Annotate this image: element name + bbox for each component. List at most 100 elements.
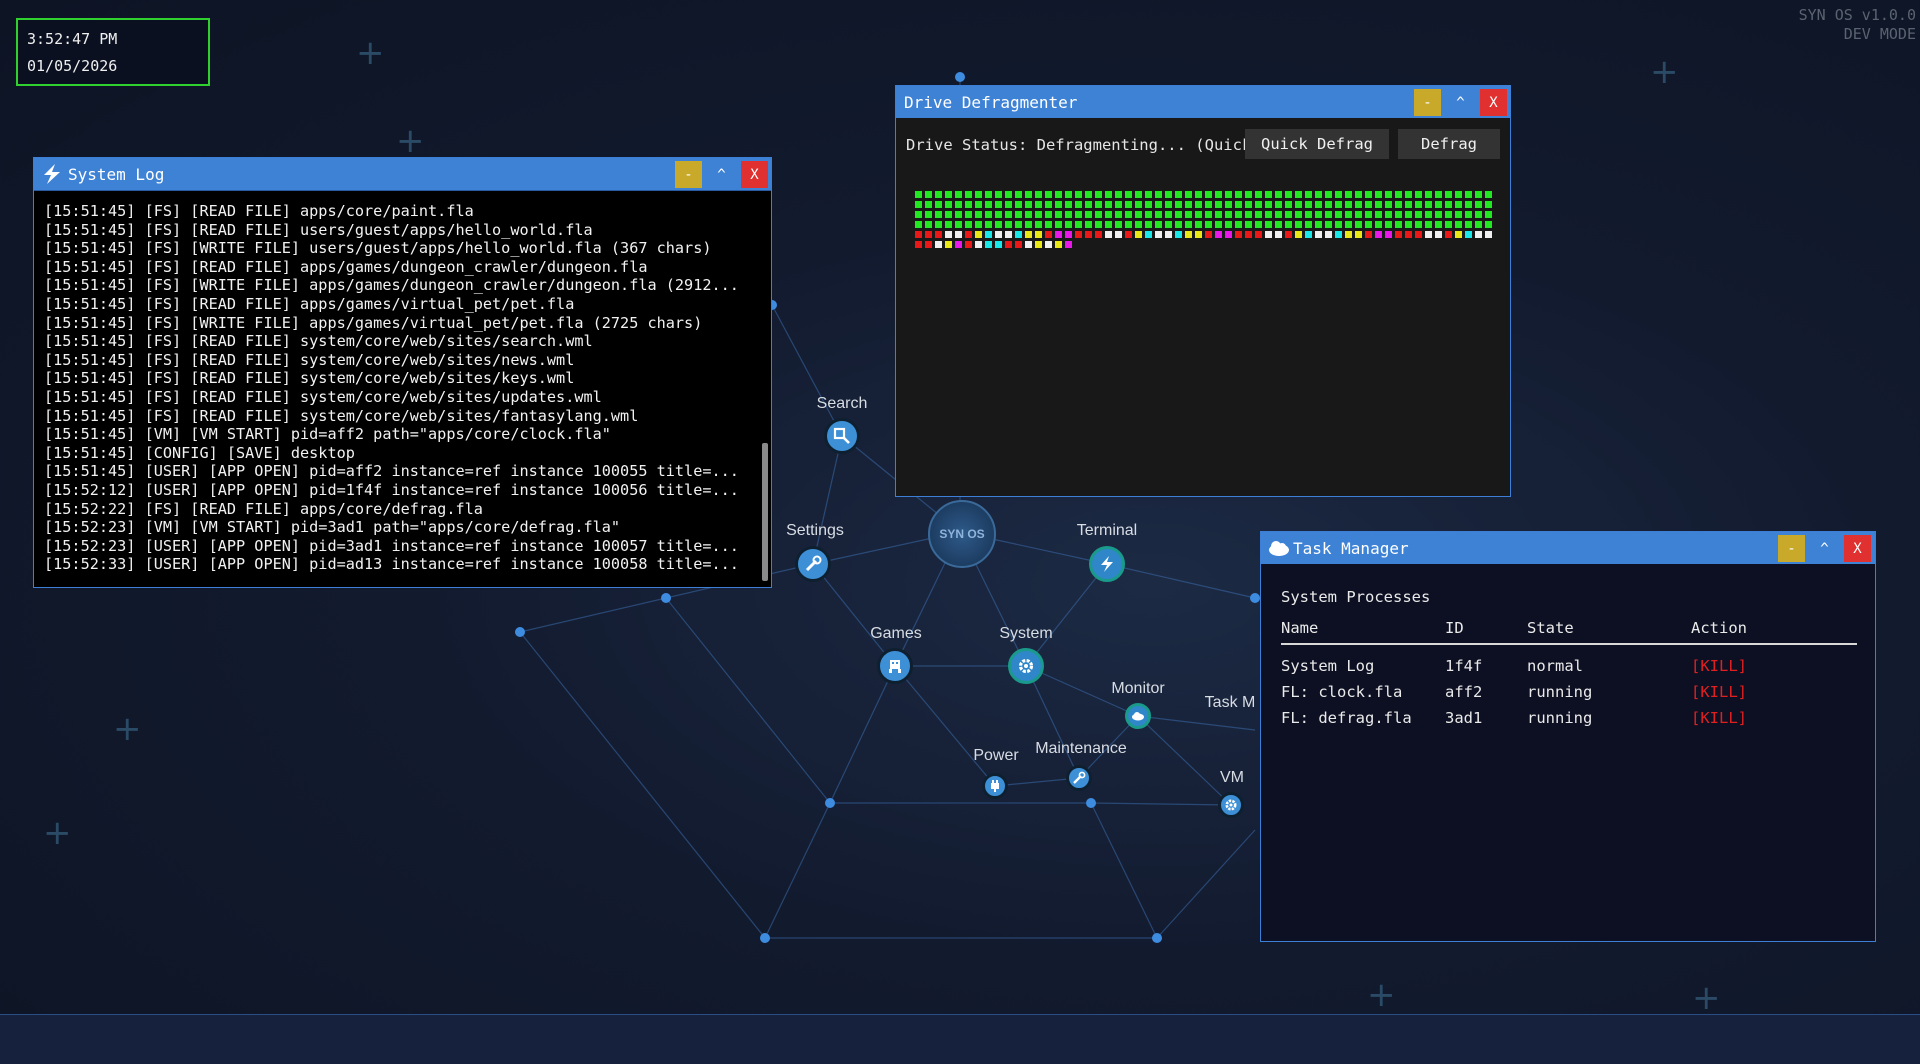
disk-block [1385, 201, 1392, 208]
disk-block [1245, 191, 1252, 198]
disk-block [1125, 201, 1132, 208]
disk-block [1165, 201, 1172, 208]
vm-node[interactable] [1218, 792, 1244, 818]
terminal-node[interactable] [1089, 546, 1125, 582]
disk-block [975, 201, 982, 208]
sparkle-decoration: + [1650, 52, 1679, 92]
disk-block [1265, 201, 1272, 208]
disk-block [1435, 191, 1442, 198]
minimize-button[interactable]: - [675, 161, 702, 188]
disk-block [1235, 221, 1242, 228]
task-manager-window[interactable]: Task Manager - ^ X System Processes Name… [1260, 531, 1876, 942]
disk-block [1085, 201, 1092, 208]
system-log-window[interactable]: System Log - ^ X [15:51:45] [FS] [READ F… [33, 157, 772, 588]
disk-block [965, 201, 972, 208]
monitor-node[interactable] [1125, 703, 1151, 729]
disk-block [1195, 231, 1202, 238]
disk-block [1155, 191, 1162, 198]
disk-block [1255, 231, 1262, 238]
maximize-button[interactable]: ^ [1811, 535, 1838, 562]
disk-block [965, 211, 972, 218]
disk-block [1055, 211, 1062, 218]
close-button[interactable]: X [741, 161, 768, 188]
disk-block [1025, 221, 1032, 228]
disk-block [945, 221, 952, 228]
disk-block [975, 231, 982, 238]
disk-block [1005, 231, 1012, 238]
disk-block [1165, 211, 1172, 218]
taskbar[interactable] [0, 1014, 1920, 1064]
disk-block [1345, 231, 1352, 238]
disk-block [915, 231, 922, 238]
disk-block [1005, 211, 1012, 218]
disk-block [1415, 221, 1422, 228]
kill-button[interactable]: [KILL] [1691, 709, 1747, 727]
kill-button[interactable]: [KILL] [1691, 683, 1747, 701]
disk-block [1465, 191, 1472, 198]
disk-block [1075, 231, 1082, 238]
disk-block [1225, 221, 1232, 228]
node-label-system: System [999, 625, 1053, 642]
disk-block [1135, 191, 1142, 198]
syn-os-hub[interactable]: SYN OS [928, 500, 996, 568]
log-line: [15:51:45] [FS] [READ FILE] apps/games/v… [44, 294, 575, 313]
search-node[interactable] [824, 418, 860, 454]
disk-block [1455, 221, 1462, 228]
disk-block [1375, 201, 1382, 208]
maximize-button[interactable]: ^ [708, 161, 735, 188]
disk-block [1415, 201, 1422, 208]
disk-block [1305, 191, 1312, 198]
disk-block [1445, 231, 1452, 238]
disk-block [1185, 191, 1192, 198]
disk-block [955, 211, 962, 218]
disk-block [1175, 201, 1182, 208]
minimize-button[interactable]: - [1778, 535, 1805, 562]
disk-block [935, 211, 942, 218]
disk-block [1215, 231, 1222, 238]
log-line: [15:51:45] [FS] [READ FILE] system/core/… [44, 332, 593, 351]
disk-block [1315, 211, 1322, 218]
disk-block [1345, 191, 1352, 198]
disk-block [985, 241, 992, 248]
close-button[interactable]: X [1844, 535, 1871, 562]
disk-block [925, 231, 932, 238]
log-line: [15:52:23] [VM] [VM START] pid=3ad1 path… [44, 518, 621, 537]
disk-block [915, 201, 922, 208]
disk-block [1425, 231, 1432, 238]
system-node[interactable] [1008, 648, 1044, 684]
disk-block [1385, 191, 1392, 198]
maintenance-node[interactable] [1066, 765, 1092, 791]
disk-block [1035, 201, 1042, 208]
log-scrollbar[interactable] [762, 443, 768, 581]
minimize-button[interactable]: - [1414, 89, 1441, 116]
disk-block [1235, 191, 1242, 198]
disk-block [1175, 191, 1182, 198]
disk-block [1425, 201, 1432, 208]
system-log-titlebar[interactable]: System Log [34, 158, 771, 191]
defrag-button[interactable]: Defrag [1398, 129, 1500, 159]
disk-block [1365, 201, 1372, 208]
disk-block [1135, 211, 1142, 218]
disk-block [1335, 211, 1342, 218]
sparkle-decoration: + [396, 121, 425, 161]
process-state: normal [1527, 657, 1583, 675]
kill-button[interactable]: [KILL] [1691, 657, 1747, 675]
process-state: running [1527, 683, 1593, 701]
disk-block [1235, 201, 1242, 208]
power-node[interactable] [982, 773, 1008, 799]
clock-time: 3:52:47 PM [27, 30, 118, 48]
disk-block [1475, 191, 1482, 198]
close-button[interactable]: X [1480, 89, 1507, 116]
disk-block [1355, 191, 1362, 198]
disk-block [1205, 211, 1212, 218]
maximize-button[interactable]: ^ [1447, 89, 1474, 116]
disk-block [1255, 211, 1262, 218]
quick-defrag-button[interactable]: Quick Defrag [1245, 129, 1389, 159]
settings-node[interactable] [795, 546, 831, 582]
log-line: [15:51:45] [FS] [WRITE FILE] apps/games/… [44, 313, 703, 332]
disk-block [1015, 191, 1022, 198]
disk-block [1135, 221, 1142, 228]
games-node[interactable] [877, 648, 913, 684]
drive-defragmenter-window[interactable]: Drive Defragmenter - ^ X Drive Status: D… [895, 85, 1511, 497]
disk-block [1145, 221, 1152, 228]
